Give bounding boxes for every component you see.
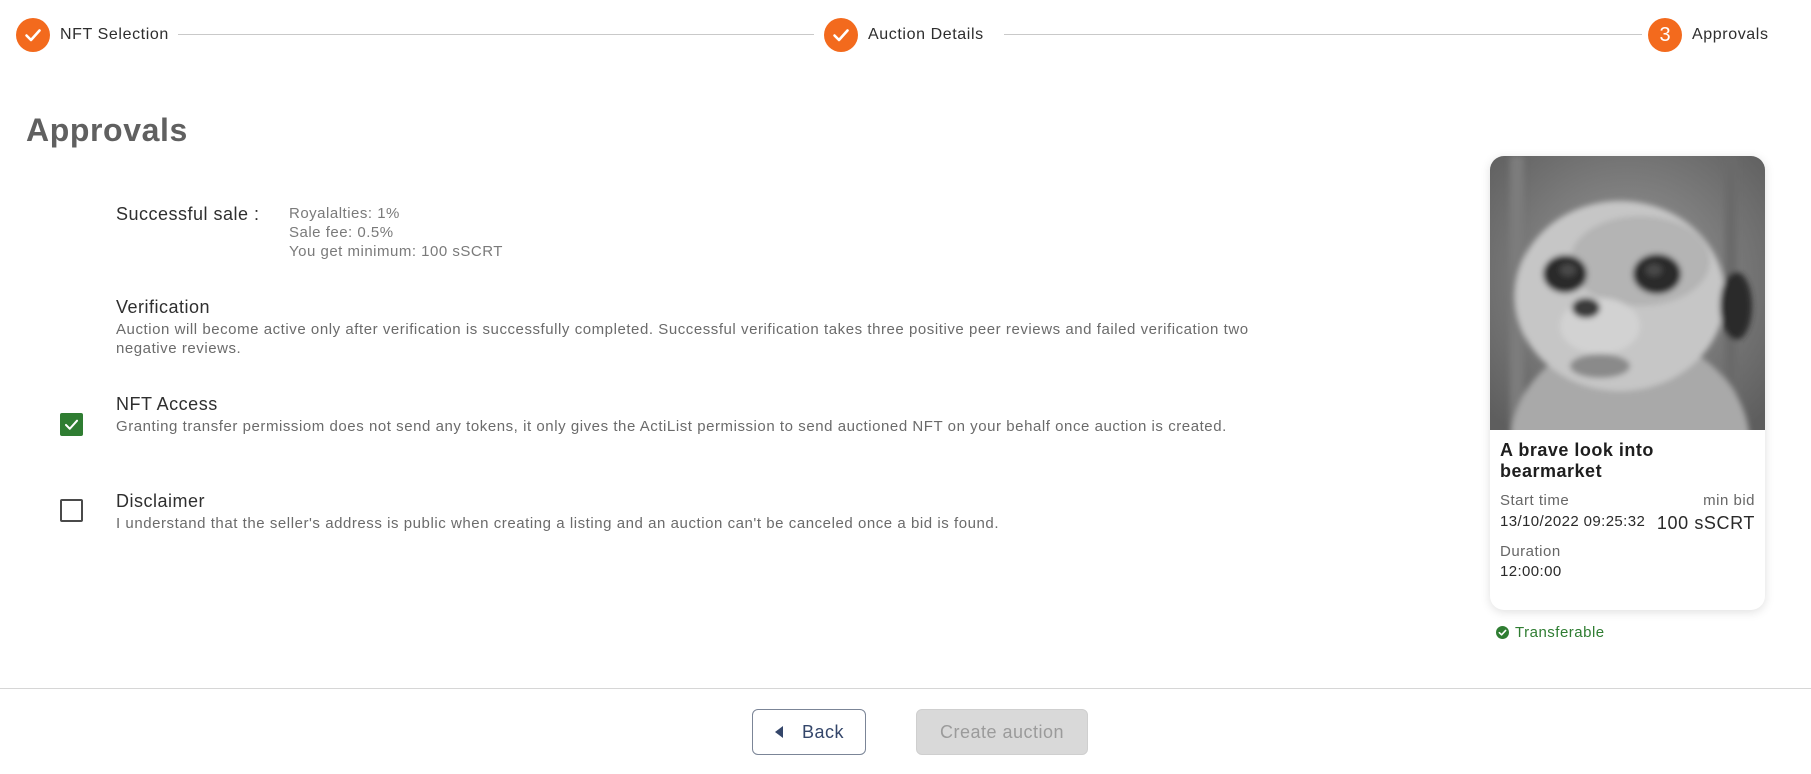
verification-title: Verification — [116, 297, 211, 317]
duration-value: 12:00:00 — [1500, 563, 1562, 580]
duration-label: Duration — [1500, 543, 1561, 560]
check-icon — [16, 18, 50, 52]
sale-details: Royalalties: 1% Sale fee: 0.5% You get m… — [289, 204, 503, 261]
start-time-label: Start time — [1500, 492, 1570, 509]
step-nft-selection[interactable]: NFT Selection — [16, 16, 169, 54]
min-bid-value: 100 sSCRT — [1656, 513, 1755, 533]
step-approvals[interactable]: 3 Approvals — [1648, 16, 1769, 54]
stepper-connector-1 — [178, 34, 814, 35]
sale-fee-text: Sale fee: 0.5% — [289, 224, 394, 241]
disclaimer-description: I understand that the seller's address i… — [116, 515, 1000, 532]
create-auction-label: Create auction — [939, 721, 1065, 742]
royalties-text: Royalalties: 1% — [289, 205, 400, 222]
disclaimer-title: Disclaimer — [116, 491, 206, 511]
check-circle-icon — [1496, 626, 1509, 639]
stepper-connector-2 — [1004, 34, 1642, 35]
min-bid-label: min bid — [1703, 492, 1755, 509]
step-label: Approvals — [1692, 26, 1769, 43]
check-icon — [824, 18, 858, 52]
start-time-value: 13/10/2022 09:25:32 — [1500, 513, 1646, 530]
step-label: Auction Details — [868, 26, 984, 43]
step-auction-details[interactable]: Auction Details — [824, 16, 984, 54]
back-button-label: Back — [801, 721, 845, 742]
caret-left-icon — [774, 726, 783, 738]
nft-access-checkbox[interactable] — [60, 413, 83, 436]
step-label: NFT Selection — [60, 26, 169, 43]
nft-access-description: Granting transfer permissiom does not se… — [116, 418, 1227, 435]
nft-title: A brave look into bearmarket — [1500, 440, 1654, 481]
check-icon — [64, 419, 79, 430]
nft-image — [1490, 156, 1765, 430]
back-button[interactable]: Back — [752, 709, 866, 755]
verification-description: Auction will become active only after ve… — [116, 321, 1249, 357]
nft-access-title: NFT Access — [116, 394, 218, 414]
transferable-status: Transferable — [1496, 624, 1605, 641]
disclaimer-checkbox[interactable] — [60, 499, 83, 522]
nft-card: A brave look into bearmarket Start time … — [1490, 156, 1765, 610]
page-title: Approvals — [26, 112, 188, 148]
stepper: NFT Selection Auction Details 3 Approval… — [16, 16, 1778, 54]
sale-label: Successful sale : — [116, 204, 260, 224]
transferable-label: Transferable — [1515, 624, 1605, 641]
minimum-text: You get minimum: 100 sSCRT — [289, 243, 503, 260]
create-auction-button[interactable]: Create auction — [916, 709, 1088, 755]
footer-divider — [0, 688, 1811, 689]
step-number: 3 — [1648, 18, 1682, 52]
